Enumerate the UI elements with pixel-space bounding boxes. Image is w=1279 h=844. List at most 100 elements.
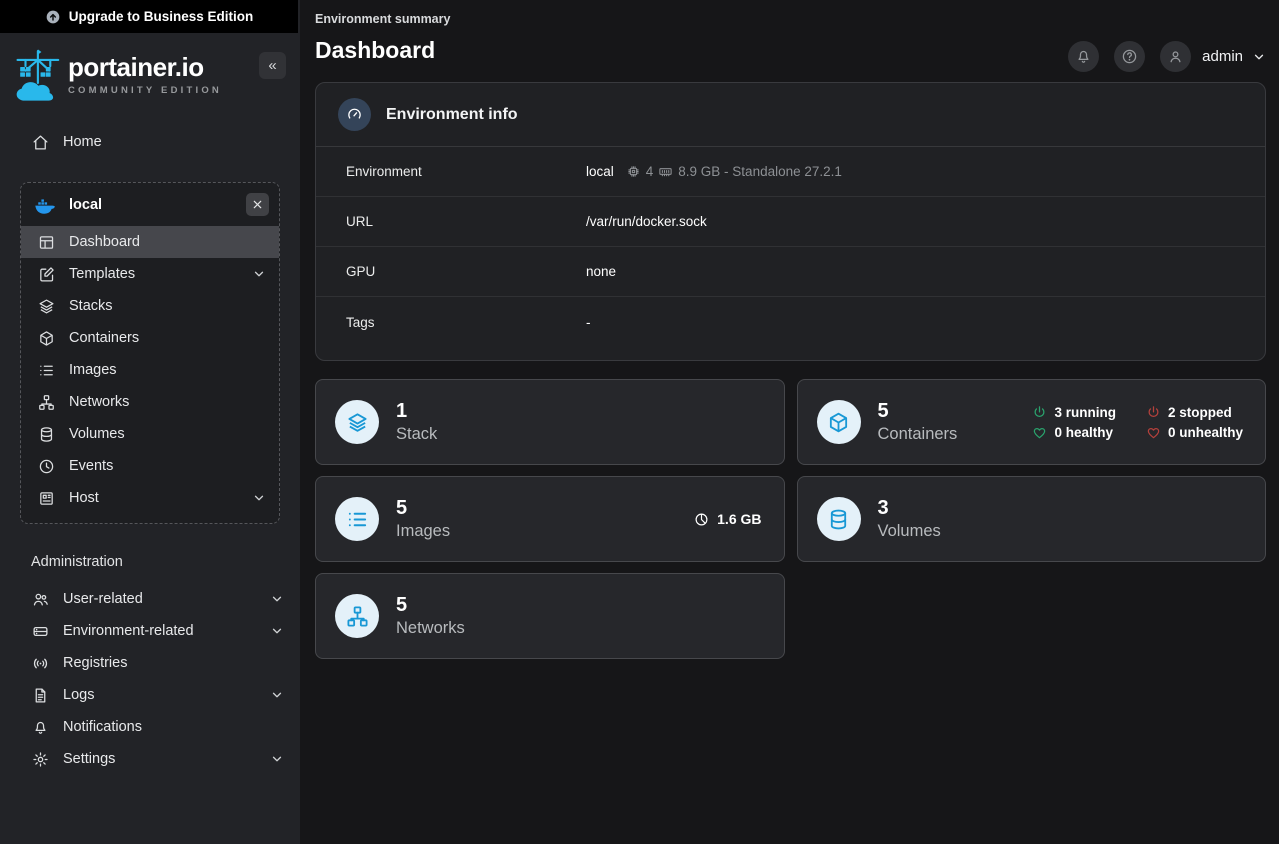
images-label: Images <box>396 522 450 541</box>
unhealthy-stat: 0 unhealthy <box>1146 425 1243 440</box>
environment-info-table: Environment local 4 8.9 GB - Standalone … <box>316 147 1265 360</box>
upgrade-banner[interactable]: Upgrade to Business Edition <box>0 0 298 33</box>
sidebar-item-images[interactable]: Images <box>21 354 279 386</box>
networks-label: Networks <box>396 619 465 638</box>
sidebar-item-label: Stacks <box>69 298 113 314</box>
environment-header: local <box>21 183 279 226</box>
images-size: 1.6 GB <box>694 511 761 527</box>
server-icon <box>31 622 49 640</box>
containers-label: Containers <box>878 425 958 444</box>
images-count: 5 <box>396 497 450 520</box>
info-value: /var/run/docker.sock <box>586 214 707 229</box>
memory-info: 8.9 GB - Standalone 27.2.1 <box>678 164 842 179</box>
sidebar-item-notifications[interactable]: Notifications <box>0 711 300 743</box>
close-icon <box>252 199 263 210</box>
sidebar-item-home[interactable]: Home <box>0 124 300 160</box>
administration-nav: User-related Environment-related Registr… <box>0 583 300 775</box>
cube-icon <box>37 329 55 347</box>
environment-name: local <box>69 197 102 213</box>
logo-text: portainer.io COMMUNITY EDITION <box>68 54 222 96</box>
info-row-gpu: GPU none <box>316 247 1265 297</box>
images-card[interactable]: 5 Images 1.6 GB <box>315 476 785 562</box>
stacks-count: 1 <box>396 400 437 423</box>
card-text: 1 Stack <box>396 400 437 444</box>
sidebar-item-environment-related[interactable]: Environment-related <box>0 615 300 647</box>
unhealthy-label: 0 unhealthy <box>1168 425 1243 440</box>
header-actions: admin <box>1053 41 1266 72</box>
user-icon <box>1167 48 1184 65</box>
sidebar-item-containers[interactable]: Containers <box>21 322 279 354</box>
user-menu-label[interactable]: admin <box>1202 48 1243 65</box>
bell-icon <box>1075 48 1092 65</box>
heart-icon <box>1032 425 1047 440</box>
broadcast-icon <box>31 654 49 672</box>
network-icon <box>37 393 55 411</box>
sidebar-item-networks[interactable]: Networks <box>21 386 279 418</box>
stacks-card[interactable]: 1 Stack <box>315 379 785 465</box>
user-avatar[interactable] <box>1160 41 1191 72</box>
notifications-button[interactable] <box>1068 41 1099 72</box>
networks-count: 5 <box>396 594 465 617</box>
sidebar-item-label: Registries <box>63 655 127 671</box>
images-size-value: 1.6 GB <box>717 511 761 527</box>
gauge-icon <box>338 98 371 131</box>
info-label: Environment <box>346 164 586 179</box>
info-value: none <box>586 264 616 279</box>
sidebar-item-user-related[interactable]: User-related <box>0 583 300 615</box>
running-label: 3 running <box>1054 405 1116 420</box>
sidebar-item-label: Containers <box>69 330 139 346</box>
chevron-down-icon <box>270 752 284 766</box>
stacks-label: Stack <box>396 425 437 444</box>
environment-close-button[interactable] <box>246 193 269 216</box>
layers-icon <box>335 400 379 444</box>
sidebar-item-settings[interactable]: Settings <box>0 743 300 775</box>
sidebar-item-events[interactable]: Events <box>21 450 279 482</box>
sidebar-item-host[interactable]: Host <box>21 482 279 514</box>
heart-icon <box>1146 425 1161 440</box>
sidebar-item-label: Images <box>69 362 117 378</box>
environment-value: local <box>586 164 614 179</box>
info-value: local 4 8.9 GB - Standalone 27.2.1 <box>586 164 842 179</box>
docker-whale-icon <box>34 196 56 214</box>
sidebar-collapse-button[interactable]: « <box>259 52 286 79</box>
sidebar-item-logs[interactable]: Logs <box>0 679 300 711</box>
sidebar-item-label: Notifications <box>63 719 142 735</box>
info-label: Tags <box>346 315 586 330</box>
sidebar-item-registries[interactable]: Registries <box>0 647 300 679</box>
containers-count: 5 <box>878 400 958 423</box>
sidebar-item-label: Networks <box>69 394 129 410</box>
sidebar-item-label: Templates <box>69 266 135 282</box>
sidebar-item-label: Events <box>69 458 113 474</box>
help-button[interactable] <box>1114 41 1145 72</box>
card-text: 5 Containers <box>878 400 958 444</box>
administration-section-label: Administration <box>31 554 300 570</box>
sidebar-item-label: Host <box>69 490 99 506</box>
logo-row: portainer.io COMMUNITY EDITION « <box>0 33 300 110</box>
database-icon <box>37 425 55 443</box>
sidebar-item-volumes[interactable]: Volumes <box>21 418 279 450</box>
card-text: 5 Networks <box>396 594 465 638</box>
sidebar-item-stacks[interactable]: Stacks <box>21 290 279 322</box>
sidebar-item-label: Volumes <box>69 426 125 442</box>
networks-card[interactable]: 5 Networks <box>315 573 785 659</box>
volumes-card[interactable]: 3 Volumes <box>797 476 1267 562</box>
clock-icon <box>37 457 55 475</box>
chevron-down-icon[interactable] <box>1252 50 1266 64</box>
file-text-icon <box>31 686 49 704</box>
portainer-logo-icon <box>14 46 60 104</box>
sidebar-item-dashboard[interactable]: Dashboard <box>21 226 279 258</box>
sidebar-item-label: User-related <box>63 591 143 607</box>
arrow-up-circle-icon <box>45 9 61 25</box>
home-icon <box>31 133 49 151</box>
info-label: URL <box>346 214 586 229</box>
breadcrumb: Environment summary <box>315 0 1266 26</box>
pie-chart-icon <box>694 512 709 527</box>
info-label: GPU <box>346 264 586 279</box>
logo-title: portainer.io <box>68 54 222 80</box>
edit-icon <box>37 265 55 283</box>
info-value: - <box>586 315 591 330</box>
sidebar-item-label: Home <box>63 134 102 150</box>
card-text: 3 Volumes <box>878 497 941 541</box>
sidebar-item-templates[interactable]: Templates <box>21 258 279 290</box>
containers-card[interactable]: 5 Containers 3 running 0 healthy 2 stopp… <box>797 379 1267 465</box>
